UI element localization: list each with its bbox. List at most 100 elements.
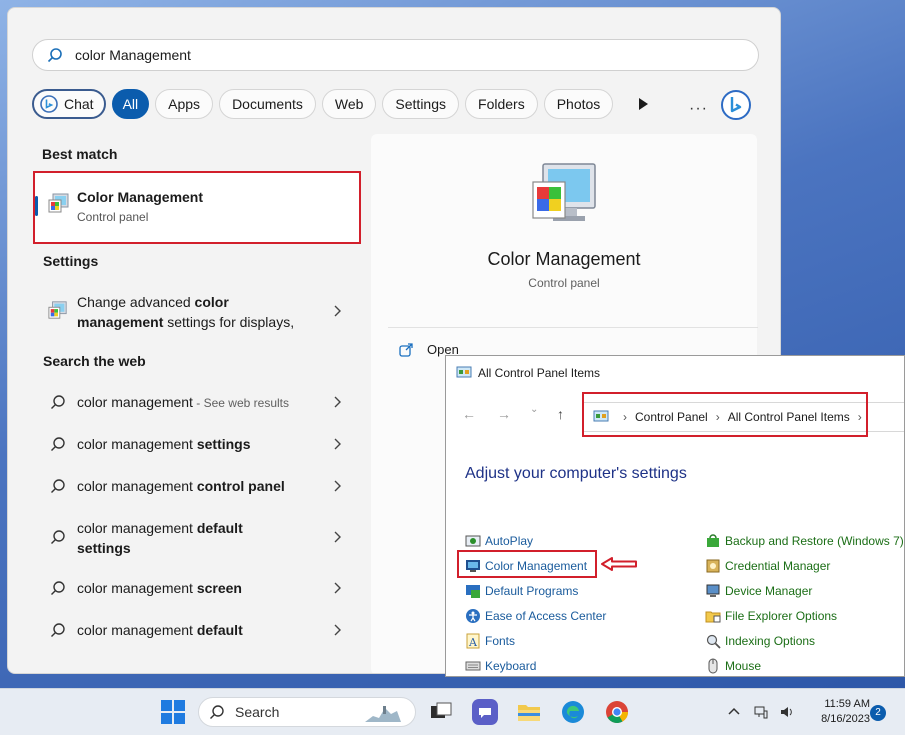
web-result-text: color management - See web results	[77, 392, 289, 413]
svg-text:A: A	[468, 636, 478, 649]
window-title: All Control Panel Items	[478, 366, 601, 380]
search-icon	[51, 479, 65, 493]
fonts-icon: A	[466, 633, 480, 649]
play-icon[interactable]	[636, 97, 650, 111]
credential-manager-icon	[706, 559, 720, 573]
cp-item-default-programs[interactable]: Default Programs	[465, 583, 578, 599]
web-result-text: color management default settings	[77, 518, 243, 558]
control-panel-icon	[456, 366, 472, 378]
filter-bar: Chat All Apps Documents Web Settings Fol…	[32, 88, 619, 120]
cp-item-fonts[interactable]: A Fonts	[465, 633, 515, 649]
notification-badge[interactable]: 2	[870, 705, 886, 721]
up-icon[interactable]: ↑	[557, 406, 564, 422]
task-view-icon[interactable]	[428, 699, 454, 725]
bing-icon[interactable]	[720, 89, 752, 121]
filter-web[interactable]: Web	[321, 89, 377, 119]
web-result-bold: settings	[196, 436, 251, 452]
settings-line1-bold: color	[194, 294, 229, 310]
filter-settings[interactable]: Settings	[382, 89, 460, 119]
cp-item-keyboard[interactable]: Keyboard	[465, 658, 536, 674]
cp-item-autoplay[interactable]: AutoPlay	[465, 533, 533, 549]
file-explorer-icon[interactable]	[516, 699, 542, 725]
highlight-box-breadcrumb	[582, 392, 868, 437]
search-icon	[51, 623, 65, 637]
chrome-browser-icon[interactable]	[604, 699, 630, 725]
forward-icon[interactable]: →	[497, 406, 511, 422]
backup-restore-icon	[707, 534, 719, 547]
cp-item-device-manager[interactable]: Device Manager	[705, 583, 812, 599]
open-external-icon	[399, 342, 413, 357]
clock-date: 8/16/2023	[821, 713, 870, 725]
best-match-subtitle: Control panel	[77, 210, 149, 224]
more-options-button[interactable]: ···	[689, 100, 708, 118]
cp-item-backup-restore[interactable]: Backup and Restore (Windows 7)	[705, 533, 904, 549]
keyboard-icon	[465, 661, 481, 671]
cp-item-file-explorer-options[interactable]: File Explorer Options	[705, 608, 837, 624]
settings-result-text: Change advanced color management setting…	[77, 292, 294, 332]
cp-item-label: Credential Manager	[725, 559, 831, 573]
cp-item-indexing-options[interactable]: Indexing Options	[705, 633, 815, 649]
settings-line2-post: settings for displays,	[163, 314, 295, 330]
search-icon	[210, 705, 224, 719]
preview-title: Color Management	[487, 249, 641, 269]
window-titlebar: All Control Panel Items	[446, 356, 904, 390]
chevron-up-icon[interactable]	[727, 705, 741, 719]
cp-item-label: Fonts	[485, 634, 516, 648]
ease-of-access-icon	[466, 609, 480, 623]
cp-item-label: AutoPlay	[485, 534, 534, 548]
cp-item-credential-manager[interactable]: Credential Manager	[705, 558, 830, 574]
filter-photos[interactable]: Photos	[543, 89, 614, 119]
web-result-bold-line2: settings	[77, 540, 131, 556]
web-result-bold: screen	[196, 580, 242, 596]
web-result-plain: color management	[77, 478, 197, 494]
search-icon	[51, 581, 65, 595]
cp-item-mouse[interactable]: Mouse	[705, 658, 761, 674]
windows-start-icon[interactable]	[160, 699, 186, 725]
cp-item-label: Backup and Restore (Windows 7)	[725, 534, 904, 548]
web-result-text: color management control panel	[77, 476, 285, 496]
back-icon[interactable]: ←	[462, 406, 476, 422]
volume-icon[interactable]	[780, 705, 794, 719]
chevron-right-icon	[334, 438, 341, 450]
chevron-right-icon	[334, 531, 341, 543]
color-management-large-icon	[532, 163, 596, 221]
teams-chat-icon[interactable]	[471, 698, 499, 726]
filter-folders[interactable]: Folders	[465, 89, 538, 119]
search-icon	[51, 437, 65, 451]
filter-apps[interactable]: Apps	[155, 89, 214, 119]
web-result-muted: - See web results	[192, 396, 289, 410]
taskbar-search-label: Search	[235, 704, 280, 720]
chevron-right-icon	[334, 582, 341, 594]
filter-all[interactable]: All	[111, 89, 150, 119]
cp-item-label: File Explorer Options	[725, 609, 838, 623]
search-web-heading: Search the web	[43, 353, 146, 369]
web-result-text: color management settings	[77, 434, 251, 454]
settings-line2-bold: management	[77, 314, 164, 330]
system-clock[interactable]: 11:59 AM 8/16/2023	[800, 697, 870, 727]
chevron-right-icon	[334, 396, 341, 408]
network-icon[interactable]	[754, 705, 768, 719]
search-icon	[47, 48, 62, 63]
mouse-icon	[708, 658, 718, 674]
filter-chat-label: Chat	[64, 96, 94, 112]
web-result-plain: color management	[77, 520, 197, 536]
cp-item-label: Mouse	[725, 659, 762, 673]
search-box[interactable]	[32, 39, 759, 71]
edge-browser-icon[interactable]	[560, 699, 586, 725]
search-highlight-image	[365, 706, 401, 722]
web-result-bold: default	[196, 520, 243, 536]
cp-item-ease-of-access[interactable]: Ease of Access Center	[465, 608, 606, 624]
filter-chat[interactable]: Chat	[32, 89, 106, 119]
taskbar-search[interactable]: Search	[198, 697, 416, 727]
cp-item-label: Indexing Options	[725, 634, 816, 648]
recent-locations-icon[interactable]: ⌄	[530, 404, 538, 415]
page-heading: Adjust your computer's settings	[465, 465, 687, 482]
filter-documents[interactable]: Documents	[219, 89, 316, 119]
web-result-bold: default	[196, 622, 243, 638]
cp-item-label: Keyboard	[485, 659, 537, 673]
color-management-icon	[48, 193, 69, 213]
search-input[interactable]	[75, 47, 675, 63]
color-management-icon	[48, 301, 67, 319]
clock-time: 11:59 AM	[824, 698, 870, 710]
web-result-bold: control panel	[196, 478, 285, 494]
